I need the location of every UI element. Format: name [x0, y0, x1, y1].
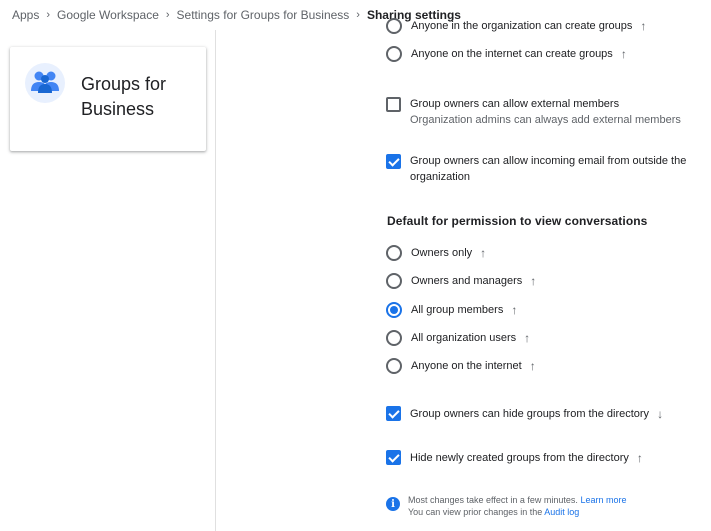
- checkbox-external-members-row[interactable]: [386, 97, 401, 112]
- checkbox-hide-groups[interactable]: [386, 406, 401, 421]
- option-label: Hide newly created groups from the direc…: [410, 451, 629, 464]
- option-label: Anyone in the organization can create gr…: [411, 20, 633, 32]
- option-label: All organization users: [411, 332, 517, 344]
- breadcrumb-separator: ›: [46, 9, 51, 21]
- radio-button[interactable]: [386, 302, 402, 318]
- checkbox-hide-new-groups[interactable]: [386, 450, 401, 465]
- checkbox-hide-new-groups-row[interactable]: Hide newly created groups from the direc…: [386, 450, 643, 465]
- radio-owners-and-managers[interactable]: Owners and managers ↑: [386, 273, 536, 289]
- sharing-settings-panel: Anyone in the organization can create gr…: [386, 0, 711, 531]
- radio-internet-create-groups[interactable]: Anyone on the internet can create groups…: [386, 46, 627, 62]
- left-pane: Groups for Business: [0, 30, 216, 531]
- info-line-1: Most changes take effect in a few minute…: [408, 495, 578, 505]
- radio-button[interactable]: [386, 330, 402, 346]
- option-label: Anyone on the internet can create groups: [411, 48, 613, 60]
- groups-icon: [25, 63, 65, 103]
- audit-log-link[interactable]: Audit log: [544, 507, 579, 517]
- breadcrumb-separator: ›: [356, 9, 360, 21]
- radio-button[interactable]: [386, 46, 402, 62]
- option-sublabel: Organization admins can always add exter…: [410, 114, 681, 126]
- arrow-up-icon: ↑: [640, 19, 647, 33]
- breadcrumb-separator: ›: [165, 9, 170, 21]
- arrow-up-icon: ↑: [524, 331, 531, 345]
- radio-button[interactable]: [386, 273, 402, 289]
- breadcrumb-settings-groups[interactable]: Settings for Groups for Business: [177, 8, 350, 22]
- radio-all-group-members[interactable]: All group members ↑: [386, 302, 517, 318]
- app-card: Groups for Business: [10, 47, 206, 151]
- arrow-up-icon: ↑: [530, 274, 537, 288]
- option-label: Owners and managers: [411, 275, 523, 287]
- radio-button[interactable]: [386, 245, 402, 261]
- radio-button[interactable]: [386, 18, 402, 34]
- radio-anyone-on-internet[interactable]: Anyone on the internet ↑: [386, 358, 536, 374]
- option-label: Anyone on the internet: [411, 360, 522, 372]
- checkbox-incoming-email[interactable]: [386, 154, 401, 169]
- option-label: Owners only: [411, 247, 473, 259]
- checkbox-external-members[interactable]: [386, 97, 401, 112]
- arrow-up-icon: ↑: [480, 246, 487, 260]
- incoming-email-text: Group owners can allow incoming email fr…: [410, 153, 686, 185]
- breadcrumb-apps[interactable]: Apps: [12, 8, 39, 22]
- arrow-up-icon: ↑: [620, 47, 627, 61]
- arrow-up-icon: ↑: [529, 359, 536, 373]
- info-line-2: You can view prior changes in the: [408, 507, 543, 517]
- option-label: Group owners can hide groups from the di…: [410, 407, 650, 420]
- arrow-up-icon: ↑: [636, 450, 643, 465]
- section-title-view-permission: Default for permission to view conversat…: [387, 214, 648, 228]
- checkbox-incoming-email-row[interactable]: [386, 154, 401, 169]
- learn-more-link[interactable]: Learn more: [580, 495, 626, 505]
- external-members-text: Group owners can allow external members …: [410, 96, 681, 128]
- option-label-continued: organization: [410, 171, 470, 183]
- info-text: Most changes take effect in a few minute…: [408, 494, 626, 518]
- breadcrumb-google-workspace[interactable]: Google Workspace: [57, 8, 159, 22]
- radio-org-create-groups[interactable]: Anyone in the organization can create gr…: [386, 18, 646, 34]
- option-label: All group members: [411, 304, 504, 316]
- checkbox-hide-groups-row[interactable]: Group owners can hide groups from the di…: [386, 406, 663, 421]
- radio-owners-only[interactable]: Owners only ↑: [386, 245, 486, 261]
- app-name: Groups for Business: [81, 74, 167, 119]
- option-label: Group owners can allow incoming email fr…: [410, 155, 687, 167]
- info-notice: i Most changes take effect in a few minu…: [386, 494, 626, 518]
- arrow-up-icon: ↑: [511, 303, 518, 317]
- option-label: Group owners can allow external members: [410, 98, 620, 110]
- info-icon: i: [386, 497, 400, 511]
- radio-button[interactable]: [386, 358, 402, 374]
- radio-all-organization-users[interactable]: All organization users ↑: [386, 330, 530, 346]
- arrow-down-icon: ↓: [657, 406, 664, 421]
